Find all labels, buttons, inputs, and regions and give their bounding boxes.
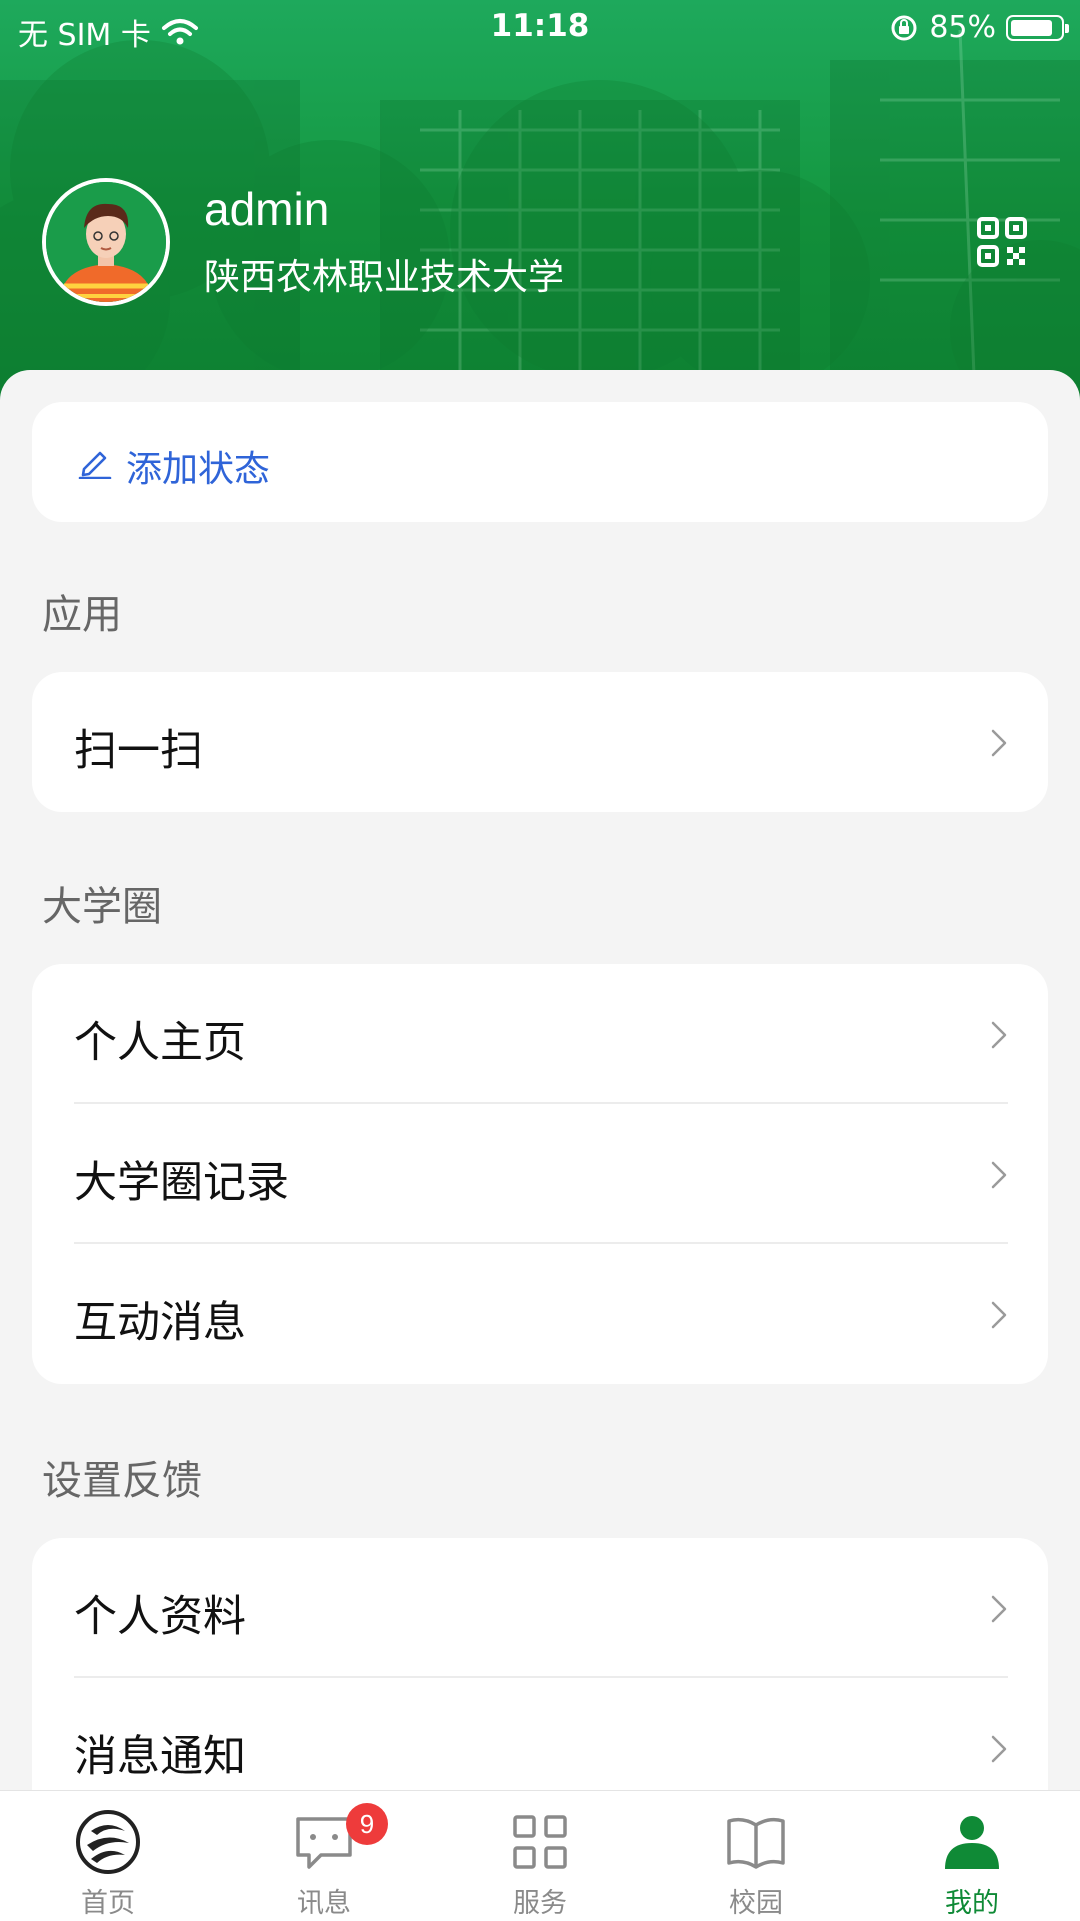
tab-bar: 首页 9 讯息 服务 校园 我的	[0, 1790, 1080, 1921]
menu-item-label: 扫一扫	[74, 726, 203, 776]
menu-item-homepage[interactable]: 个人主页	[32, 964, 1048, 1104]
qr-code-icon[interactable]	[976, 216, 1028, 268]
menu-item-label: 消息通知	[74, 1732, 246, 1782]
chevron-right-icon	[991, 1595, 1007, 1623]
tab-label: 校园	[729, 1888, 783, 1919]
campus-background-image	[0, 29, 1080, 400]
chevron-right-icon	[991, 1301, 1007, 1329]
tab-campus[interactable]: 校园	[648, 1791, 864, 1921]
tab-label: 服务	[513, 1888, 567, 1919]
home-logo-icon	[76, 1810, 140, 1874]
avatar[interactable]	[42, 178, 170, 306]
menu-item-circle-records[interactable]: 大学圈记录	[32, 1104, 1048, 1244]
rotation-lock-icon	[891, 15, 917, 40]
school-name: 陕西农林职业技术大学	[204, 257, 565, 298]
pencil-icon	[78, 451, 112, 479]
chevron-right-icon	[991, 729, 1007, 757]
tab-services[interactable]: 服务	[432, 1791, 648, 1921]
tab-me[interactable]: 我的	[864, 1791, 1080, 1921]
battery-icon	[1006, 14, 1069, 41]
section-title-circle: 大学圈	[42, 884, 162, 930]
section-title-settings: 设置反馈	[42, 1458, 202, 1504]
menu-item-interactions[interactable]: 互动消息	[32, 1244, 1048, 1384]
settings-content: 添加状态 应用 扫一扫 大学圈 个人主页 大学圈记录 互动消息 设置反馈 个人资…	[0, 370, 1080, 1838]
section-title-apps: 应用	[42, 592, 122, 638]
chevron-right-icon	[991, 1735, 1007, 1763]
battery-level	[1011, 19, 1052, 36]
username: admin	[204, 183, 330, 235]
tab-label: 讯息	[297, 1888, 351, 1919]
status-bar: 无 SIM 卡 11:18 85%	[0, 0, 1080, 56]
unread-badge: 9	[346, 1803, 388, 1845]
avatar-illustration	[46, 182, 166, 302]
tab-messages[interactable]: 9 讯息	[216, 1791, 432, 1921]
profile-header: 无 SIM 卡 11:18 85% admin 陕西农林职业技术大学	[0, 0, 1080, 400]
add-status-label: 添加状态	[126, 449, 271, 490]
person-icon	[945, 1816, 999, 1869]
circle-card: 个人主页 大学圈记录 互动消息	[32, 964, 1048, 1384]
menu-item-scan[interactable]: 扫一扫	[32, 672, 1048, 812]
tab-home[interactable]: 首页	[0, 1791, 216, 1921]
add-status-button[interactable]: 添加状态	[32, 402, 1048, 522]
grid-icon	[513, 1815, 567, 1869]
book-icon	[727, 1817, 785, 1869]
menu-item-label: 互动消息	[74, 1298, 246, 1348]
tab-label: 我的	[945, 1888, 999, 1919]
menu-item-label: 个人主页	[74, 1018, 246, 1068]
battery-percent: 85%	[929, 10, 996, 45]
apps-card: 扫一扫	[32, 672, 1048, 812]
menu-item-label: 个人资料	[74, 1592, 246, 1642]
chevron-right-icon	[991, 1021, 1007, 1049]
menu-item-profile[interactable]: 个人资料	[32, 1538, 1048, 1678]
menu-item-label: 大学圈记录	[74, 1158, 289, 1208]
tab-label: 首页	[81, 1888, 135, 1919]
chevron-right-icon	[991, 1161, 1007, 1189]
